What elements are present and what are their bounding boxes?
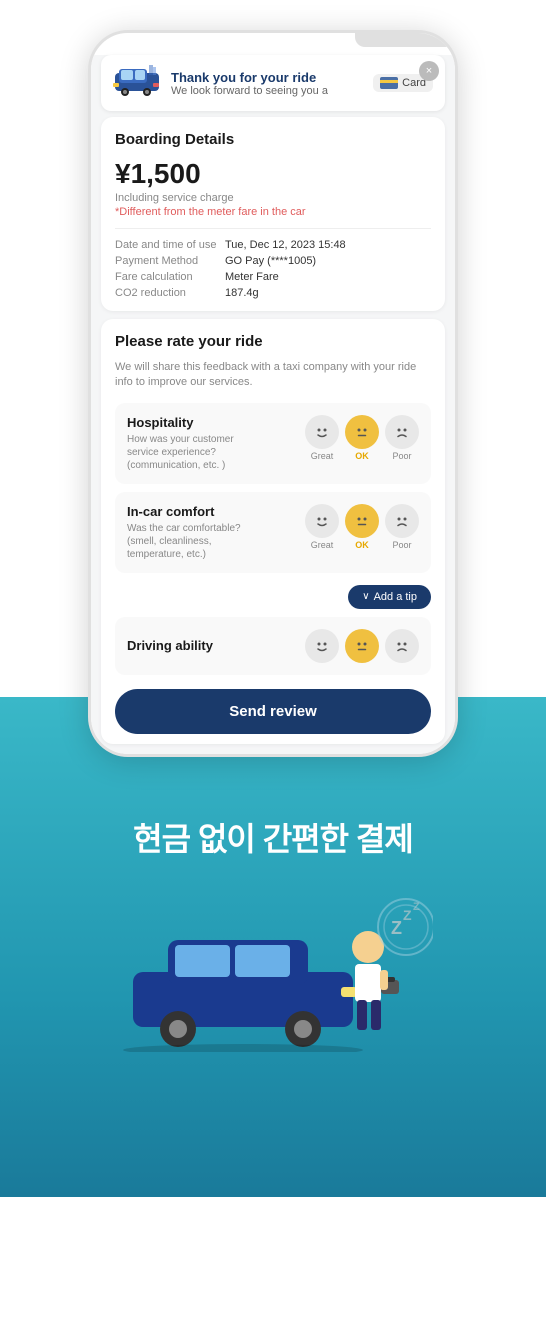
detail-label: CO2 reduction bbox=[115, 285, 225, 301]
hospitality-great-btn[interactable]: Great bbox=[305, 415, 339, 461]
incar-ok-label: OK bbox=[355, 540, 369, 550]
driving-name: Driving ability bbox=[127, 638, 305, 653]
detail-value: GO Pay (****1005) bbox=[225, 253, 431, 269]
detail-row: Date and time of useTue, Dec 12, 2023 15… bbox=[115, 237, 431, 253]
driving-poor-btn[interactable] bbox=[385, 629, 419, 663]
send-review-button[interactable]: Send review bbox=[115, 689, 431, 734]
divider bbox=[115, 228, 431, 229]
detail-label: Payment Method bbox=[115, 253, 225, 269]
incar-great-emoji[interactable] bbox=[305, 504, 339, 538]
notification-subtitle: We look forward to seeing you a bbox=[171, 85, 331, 97]
detail-label: Fare calculation bbox=[115, 269, 225, 285]
notification-title: Thank you for your ride bbox=[171, 70, 359, 85]
hospitality-poor-emoji[interactable] bbox=[385, 415, 419, 449]
rating-incar-left: In-car comfort Was the car comfortable? … bbox=[127, 504, 305, 561]
price-note: Including service charge bbox=[115, 192, 431, 204]
rating-description: We will share this feedback with a taxi … bbox=[115, 360, 431, 391]
incar-ok-emoji[interactable] bbox=[345, 504, 379, 538]
notification-banner: Thank you for your ride We look forward … bbox=[101, 55, 445, 111]
add-tip-button[interactable]: ∨ Add a tip bbox=[348, 585, 431, 609]
hospitality-name: Hospitality bbox=[127, 415, 305, 430]
phone-screen: Thank you for your ride We look forward … bbox=[91, 55, 455, 754]
rating-hospitality-left: Hospitality How was your customer servic… bbox=[127, 415, 305, 472]
car-icon bbox=[113, 65, 161, 101]
incar-poor-btn[interactable]: Poor bbox=[385, 504, 419, 550]
korean-headline: 현금 없이 간편한 결제 bbox=[133, 817, 413, 862]
hospitality-buttons: Great OK bbox=[305, 415, 419, 461]
phone-notch bbox=[355, 33, 455, 47]
incar-great-btn[interactable]: Great bbox=[305, 504, 339, 550]
detail-table: Date and time of useTue, Dec 12, 2023 15… bbox=[115, 237, 431, 301]
detail-row: Fare calculationMeter Fare bbox=[115, 269, 431, 285]
add-tip-label: Add a tip bbox=[374, 591, 417, 603]
detail-label: Date and time of use bbox=[115, 237, 225, 253]
boarding-section-title: Boarding Details bbox=[115, 131, 431, 148]
chevron-down-icon: ∨ bbox=[362, 591, 369, 602]
hospitality-great-label: Great bbox=[311, 451, 334, 461]
add-tip-row: ∨ Add a tip bbox=[115, 581, 431, 609]
hospitality-desc: How was your customer service experience… bbox=[127, 433, 267, 472]
driving-buttons bbox=[305, 629, 419, 663]
incar-desc: Was the car comfortable? (smell, cleanli… bbox=[127, 522, 267, 561]
detail-row: CO2 reduction187.4g bbox=[115, 285, 431, 301]
svg-text:Z: Z bbox=[403, 907, 412, 923]
phone-mockup: Thank you for your ride We look forward … bbox=[88, 30, 458, 757]
rating-incar-header: In-car comfort Was the car comfortable? … bbox=[127, 504, 419, 561]
card-icon bbox=[380, 77, 398, 89]
incar-ok-btn[interactable]: OK bbox=[345, 504, 379, 550]
hospitality-poor-btn[interactable]: Poor bbox=[385, 415, 419, 461]
detail-row: Payment MethodGO Pay (****1005) bbox=[115, 253, 431, 269]
detail-value: Tue, Dec 12, 2023 15:48 bbox=[225, 237, 431, 253]
price-warning: *Different from the meter fare in the ca… bbox=[115, 206, 431, 218]
rating-section-title: Please rate your ride bbox=[115, 333, 431, 350]
rating-incar: In-car comfort Was the car comfortable? … bbox=[115, 492, 431, 573]
hospitality-ok-label: OK bbox=[355, 451, 369, 461]
price-amount: ¥1,500 bbox=[115, 158, 431, 190]
close-button[interactable]: × bbox=[419, 61, 439, 81]
incar-poor-emoji[interactable] bbox=[385, 504, 419, 538]
driving-ok-emoji[interactable] bbox=[345, 629, 379, 663]
incar-great-label: Great bbox=[311, 540, 334, 550]
bottom-section: 현금 없이 간편한 결제 bbox=[0, 697, 546, 1197]
hospitality-poor-label: Poor bbox=[392, 451, 411, 461]
incar-poor-label: Poor bbox=[392, 540, 411, 550]
rating-hospitality: Hospitality How was your customer servic… bbox=[115, 403, 431, 484]
driving-great-emoji[interactable] bbox=[305, 629, 339, 663]
detail-value: Meter Fare bbox=[225, 269, 431, 285]
hospitality-ok-btn[interactable]: OK bbox=[345, 415, 379, 461]
notification-text: Thank you for your ride We look forward … bbox=[171, 70, 359, 97]
hospitality-great-emoji[interactable] bbox=[305, 415, 339, 449]
incar-buttons: Great OK bbox=[305, 504, 419, 550]
driving-poor-emoji[interactable] bbox=[385, 629, 419, 663]
boarding-details-card: Boarding Details ¥1,500 Including servic… bbox=[101, 117, 445, 311]
incar-name: In-car comfort bbox=[127, 504, 305, 519]
page-wrapper: Thank you for your ride We look forward … bbox=[0, 0, 546, 1336]
rating-hospitality-header: Hospitality How was your customer servic… bbox=[127, 415, 419, 472]
detail-value: 187.4g bbox=[225, 285, 431, 301]
driving-ok-btn[interactable] bbox=[345, 629, 379, 663]
hospitality-ok-emoji[interactable] bbox=[345, 415, 379, 449]
svg-text:Z: Z bbox=[391, 918, 402, 938]
driving-great-btn[interactable] bbox=[305, 629, 339, 663]
rating-driving: Driving ability bbox=[115, 617, 431, 675]
driving-left: Driving ability bbox=[127, 638, 305, 653]
rating-card: Please rate your ride We will share this… bbox=[101, 319, 445, 744]
bottom-illustration: Z Z Z bbox=[113, 892, 433, 1052]
